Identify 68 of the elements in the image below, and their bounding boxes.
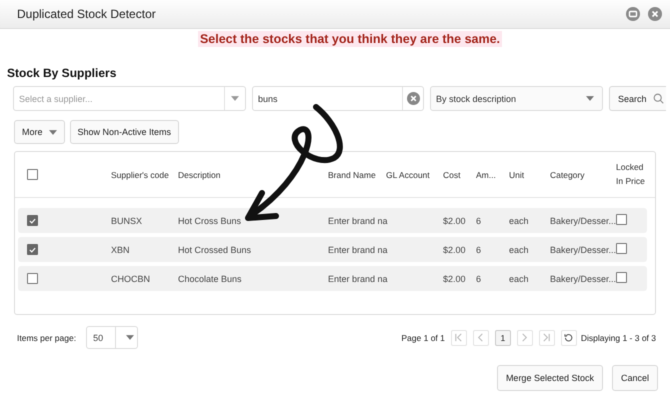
column-header: Am... — [476, 170, 497, 180]
table-cell-text: Hot Crossed Buns — [178, 244, 252, 254]
row-checkbox[interactable] — [27, 273, 38, 284]
refresh-button[interactable] — [560, 330, 577, 346]
table-cell-text: $2.00 — [443, 216, 467, 226]
table-cell-text: CHOCBN — [111, 274, 152, 284]
table-cell-text: BUNSX — [111, 216, 144, 226]
column-header: Brand Name — [328, 170, 377, 180]
merge-button[interactable]: Merge Selected Stock — [496, 365, 603, 391]
table-cell-text: Hot Cross Buns — [178, 216, 242, 226]
table-cell-text: $2.00 — [443, 244, 467, 254]
locked-checkbox[interactable] — [616, 272, 627, 283]
table-row[interactable]: CHOCBN Chocolate Buns Enter brand na $2.00 6 each Bakery/Desser... — [18, 266, 647, 291]
locked-checkbox[interactable] — [616, 214, 627, 225]
column-header: Unit — [509, 170, 526, 180]
window-title: Duplicated Stock Detector — [17, 7, 156, 21]
last-page-icon — [542, 333, 552, 342]
table-cell-text: each — [509, 244, 530, 254]
chevron-left-icon — [476, 333, 486, 342]
brand-field[interactable]: Enter brand na — [328, 274, 386, 284]
caret-icon — [48, 130, 57, 134]
table-row[interactable]: XBN Hot Crossed Buns Enter brand na $2.00 6 each Bakery/Desser... — [18, 237, 647, 262]
search-field[interactable]: buns — [252, 86, 424, 111]
cancel-button[interactable]: Cancel — [612, 365, 658, 391]
column-header: Locked In Price — [616, 160, 646, 188]
search-button[interactable]: Search — [609, 86, 666, 111]
column-header: Category — [550, 170, 586, 180]
column-header: Description — [178, 170, 222, 180]
minimize-icon[interactable] — [626, 7, 640, 21]
table-cell-text: XBN — [111, 244, 131, 254]
table-cell-text: 6 — [476, 274, 482, 284]
chevron-right-icon — [520, 333, 530, 342]
per-page-select[interactable]: 50 — [86, 326, 138, 349]
table-cell-text: 6 — [476, 216, 482, 226]
table-cell-text: $2.00 — [443, 274, 467, 284]
table-cell: Bakery/Desser... — [550, 244, 616, 254]
column-header: Supplier's code — [111, 170, 170, 180]
table-cell-text: Chocolate Buns — [178, 274, 243, 284]
column-header: GL Account — [386, 170, 431, 180]
row-checkbox[interactable] — [27, 215, 38, 226]
close-icon[interactable] — [648, 7, 662, 21]
caret-icon — [586, 96, 594, 101]
table-row[interactable]: BUNSX Hot Cross Buns Enter brand na $2.00 6 each Bakery/Desser... — [18, 208, 647, 233]
items-per-page-label: Items per page: — [17, 332, 76, 342]
refresh-icon — [564, 333, 574, 342]
table-cell: Bakery/Desser... — [550, 274, 616, 284]
column-header: Cost — [443, 170, 462, 180]
more-button[interactable]: More — [14, 120, 65, 144]
first-page-icon — [454, 333, 464, 342]
table-cell: Bakery/Desser... — [550, 216, 616, 226]
search-by-select[interactable]: By stock description — [430, 86, 603, 111]
table-cell-text: each — [509, 216, 530, 226]
table-cell-text: 6 — [476, 244, 482, 254]
locked-checkbox[interactable] — [616, 243, 627, 254]
row-checkbox[interactable] — [27, 244, 38, 255]
caret-icon — [231, 96, 239, 101]
caret-icon — [126, 335, 134, 340]
search-icon — [652, 93, 664, 104]
display-info: Displaying 1 - 3 of 3 — [580, 332, 656, 342]
brand-field[interactable]: Enter brand na — [328, 216, 386, 226]
table-cell-text: each — [509, 274, 530, 284]
annotation-text: Select the stocks that you think they are the same. — [198, 31, 502, 47]
brand-field[interactable]: Enter brand na — [328, 244, 386, 254]
select-all-checkbox[interactable] — [27, 169, 38, 180]
section-title: Stock By Suppliers — [7, 66, 118, 80]
page-info: Page 1 of 1 — [401, 332, 445, 342]
clear-icon[interactable] — [406, 92, 420, 105]
page-number-button[interactable]: 1 — [494, 330, 511, 346]
